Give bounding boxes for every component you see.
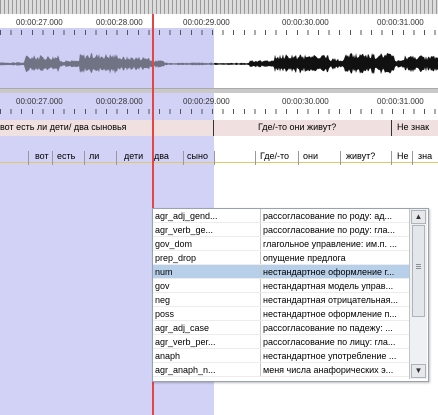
tag-description: рассогласование по роду: гла... — [260, 222, 412, 237]
tag-row[interactable]: anaph нестандартное употребление ... — [153, 348, 412, 363]
annotation-tier-words[interactable]: вот есть ли дети два сыно Где/-то они жи… — [0, 151, 438, 165]
tag-row[interactable]: agr_adj_gend... рассогласование по роду: … — [153, 209, 412, 223]
tier-segment[interactable]: вот есть ли дети/ два сыновья — [0, 122, 127, 132]
tag-code: gov — [153, 278, 261, 293]
tag-description: опущение предлога — [260, 250, 412, 265]
ruler-label: 00:00:29.000 — [183, 97, 230, 106]
tag-code: poss — [153, 306, 261, 321]
tag-row[interactable]: agr_anaph_n... меня числа анафорических э… — [153, 362, 412, 377]
word-token[interactable]: сыно — [187, 151, 208, 161]
ruler-label: 00:00:29.000 — [183, 18, 230, 27]
audio-waveform[interactable] — [0, 40, 438, 88]
tag-row[interactable]: agr_adj_case рассогласование по падежу: .… — [153, 320, 412, 335]
tier-segment[interactable]: Где/-то они живут? — [258, 122, 336, 132]
word-token[interactable]: Где/-то — [260, 151, 289, 161]
panel-divider[interactable] — [0, 88, 438, 93]
tag-code: agr_verb_ge... — [153, 222, 261, 237]
tag-description: нестандартная модель управ... — [260, 278, 412, 293]
tag-description: меня числа анафорических э... — [260, 362, 412, 377]
ruler-label: 00:00:28.000 — [96, 97, 143, 106]
tag-description: рассогласование по роду: ад... — [260, 209, 412, 223]
ruler-label: 00:00:30.000 — [282, 18, 329, 27]
tag-row[interactable]: agr_verb_ge... рассогласование по роду: г… — [153, 222, 412, 237]
word-token[interactable]: зна — [418, 151, 432, 161]
tag-code: neg — [153, 292, 261, 307]
ruler-label: 00:00:27.000 — [16, 97, 63, 106]
annotation-tier-sentences[interactable]: вот есть ли дети/ два сыновья Где/-то он… — [0, 120, 438, 136]
grip-icon — [416, 264, 421, 270]
scroll-up-button[interactable]: ▲ — [411, 210, 426, 224]
scrollbar-thumb[interactable] — [412, 225, 425, 317]
tag-description: глагольное управление: им.п. ... — [260, 236, 412, 251]
time-ruler-annotation[interactable]: 00:00:27.000 00:00:28.000 00:00:29.000 0… — [0, 96, 438, 110]
annotation-tag-dropdown[interactable]: agr_adj_gend... рассогласование по роду: … — [152, 208, 429, 382]
ruler-ticks — [0, 30, 438, 35]
word-token[interactable]: они — [303, 151, 318, 161]
tag-row[interactable]: neg нестандартная отрицательная... — [153, 292, 412, 307]
tag-description: нестандартное оформление п... — [260, 306, 412, 321]
ruler-label: 00:00:31.000 — [377, 97, 424, 106]
tag-code: agr_anaph_n... — [153, 362, 261, 377]
tag-description: рассогласование по лицу: гла... — [260, 334, 412, 349]
tag-row[interactable]: poss нестандартное оформление п... — [153, 306, 412, 321]
tag-description: нестандартное употребление ... — [260, 348, 412, 363]
tag-description: нестандартная отрицательная... — [260, 292, 412, 307]
segment-boundary[interactable] — [391, 120, 392, 136]
word-token[interactable]: два — [154, 151, 169, 161]
tag-code: anaph — [153, 348, 261, 363]
word-token[interactable]: вот — [35, 151, 49, 161]
tag-code: agr_verb_per... — [153, 334, 261, 349]
word-token[interactable]: Не — [397, 151, 409, 161]
ruler-label: 00:00:31.000 — [377, 18, 424, 27]
ruler-label: 00:00:28.000 — [96, 18, 143, 27]
tag-row[interactable]: num нестандартное оформление г... — [153, 264, 412, 279]
ruler-label: 00:00:27.000 — [16, 18, 63, 27]
word-token[interactable]: ли — [89, 151, 99, 161]
scroll-down-button[interactable]: ▼ — [411, 364, 426, 378]
word-token[interactable]: живут? — [346, 151, 375, 161]
tier-segment[interactable]: Не знак — [397, 122, 429, 132]
top-overview-strip[interactable] — [0, 0, 438, 14]
tag-code: agr_adj_case — [153, 320, 261, 335]
word-token[interactable]: дети — [124, 151, 143, 161]
segment-boundary[interactable] — [213, 120, 214, 136]
ruler-ticks — [0, 109, 438, 114]
tag-code: gov_dom — [153, 236, 261, 251]
tag-row[interactable]: prep_drop опущение предлога — [153, 250, 412, 265]
tag-description: нестандартное оформление г... — [260, 264, 412, 279]
tag-row[interactable]: gov нестандартная модель управ... — [153, 278, 412, 293]
word-token[interactable]: есть — [57, 151, 75, 161]
tag-code: prep_drop — [153, 250, 261, 265]
dropdown-scrollbar[interactable]: ▲ ▼ — [409, 209, 427, 379]
tag-list: agr_adj_gend... рассогласование по роду: … — [153, 209, 412, 377]
tag-row[interactable]: gov_dom глагольное управление: им.п. ... — [153, 236, 412, 251]
tag-description: рассогласование по падежу: ... — [260, 320, 412, 335]
tag-row[interactable]: agr_verb_per... рассогласование по лицу: … — [153, 334, 412, 349]
time-ruler-waveform[interactable]: 00:00:27.000 00:00:28.000 00:00:29.000 0… — [0, 17, 438, 31]
ruler-label: 00:00:30.000 — [282, 97, 329, 106]
tag-code: num — [153, 264, 261, 279]
tag-code: agr_adj_gend... — [153, 209, 261, 223]
